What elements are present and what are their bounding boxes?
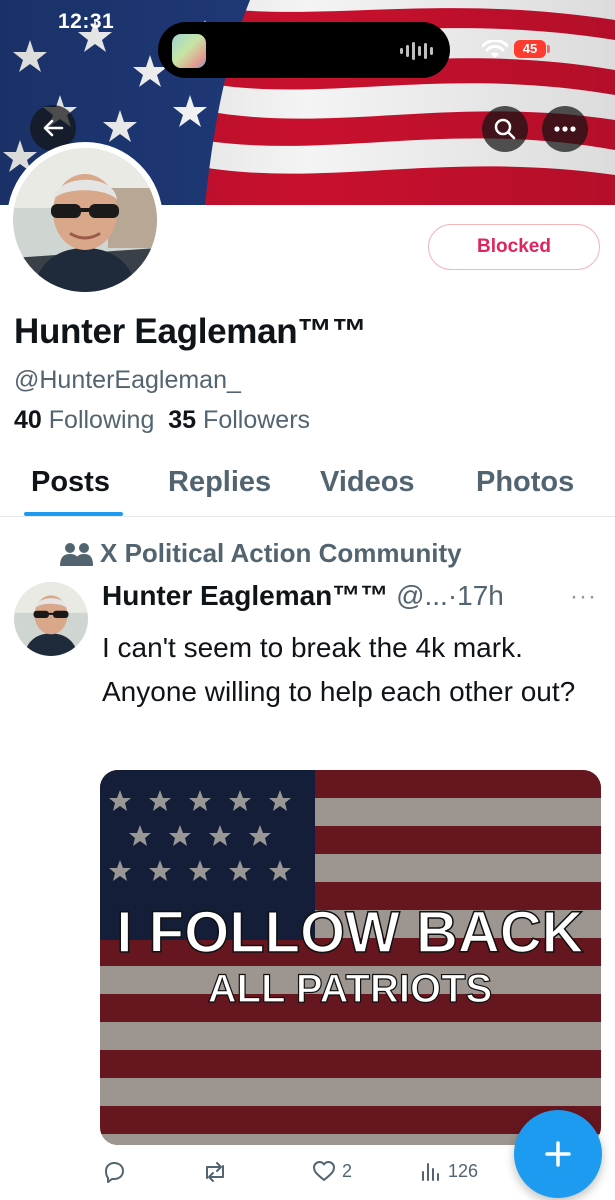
display-name: Hunter Eagleman™™ bbox=[14, 312, 367, 351]
post-author-avatar[interactable] bbox=[14, 582, 88, 656]
now-playing-thumbnail bbox=[172, 34, 206, 68]
analytics-icon bbox=[422, 1163, 439, 1181]
status-time: 12:31 bbox=[58, 10, 115, 33]
post-header: Hunter Eagleman™™ @...·17h bbox=[102, 580, 504, 612]
post-more-button[interactable]: ··· bbox=[570, 583, 597, 611]
follow-stats: 40 Following 35 Followers bbox=[14, 406, 310, 435]
post-time: ·17h bbox=[447, 580, 504, 611]
post-author-name[interactable]: Hunter Eagleman™™ bbox=[102, 580, 388, 611]
post-author-handle[interactable]: @... bbox=[396, 580, 448, 611]
tab-videos[interactable]: Videos bbox=[320, 466, 415, 499]
reply-icon bbox=[105, 1162, 124, 1183]
following-count: 40 bbox=[14, 406, 42, 434]
tab-photos[interactable]: Photos bbox=[476, 466, 574, 499]
following-link[interactable]: 40 Following bbox=[14, 406, 154, 434]
profile-handle: @HunterEagleman_ bbox=[14, 366, 241, 394]
tab-posts[interactable]: Posts bbox=[31, 466, 110, 499]
post-text: I can't seem to break the 4k mark. Anyon… bbox=[102, 632, 576, 707]
blocked-button[interactable]: Blocked bbox=[428, 224, 600, 270]
repost-icon bbox=[206, 1162, 224, 1182]
profile-avatar[interactable] bbox=[7, 142, 163, 298]
more-options-button[interactable] bbox=[542, 106, 588, 152]
repost-button[interactable] bbox=[202, 1160, 228, 1184]
plus-icon bbox=[545, 1141, 571, 1167]
followers-count: 35 bbox=[168, 406, 197, 434]
dynamic-island[interactable] bbox=[158, 22, 450, 78]
tab-replies[interactable]: Replies bbox=[168, 466, 271, 499]
more-icon bbox=[554, 126, 576, 132]
battery-tip bbox=[547, 45, 550, 53]
audio-waveform-icon bbox=[400, 42, 433, 60]
like-count: 2 bbox=[342, 1160, 353, 1181]
heart-icon bbox=[313, 1161, 335, 1181]
avatar-photo bbox=[13, 148, 157, 292]
battery-indicator: 45 bbox=[514, 40, 546, 58]
followers-link[interactable]: 35 Followers bbox=[168, 406, 310, 434]
views-button[interactable]: 126 bbox=[420, 1160, 478, 1182]
community-label[interactable]: X Political Action Community bbox=[100, 538, 462, 569]
compose-post-button[interactable] bbox=[514, 1110, 602, 1198]
search-icon bbox=[494, 118, 516, 140]
reply-button[interactable] bbox=[102, 1160, 126, 1184]
arrow-left-icon bbox=[43, 119, 64, 137]
image-headline: I FOLLOW BACK bbox=[116, 900, 583, 965]
followers-label: Followers bbox=[203, 406, 311, 434]
wifi-icon bbox=[482, 40, 508, 58]
like-button[interactable]: 2 bbox=[312, 1160, 352, 1182]
search-button[interactable] bbox=[482, 106, 528, 152]
following-label: Following bbox=[48, 406, 155, 434]
image-subheadline: ALL PATRIOTS bbox=[208, 967, 492, 1011]
tabs-divider bbox=[0, 516, 615, 517]
post-image[interactable]: I FOLLOW BACK ALL PATRIOTS bbox=[100, 770, 601, 1145]
people-icon bbox=[60, 543, 93, 566]
view-count: 126 bbox=[448, 1160, 479, 1181]
